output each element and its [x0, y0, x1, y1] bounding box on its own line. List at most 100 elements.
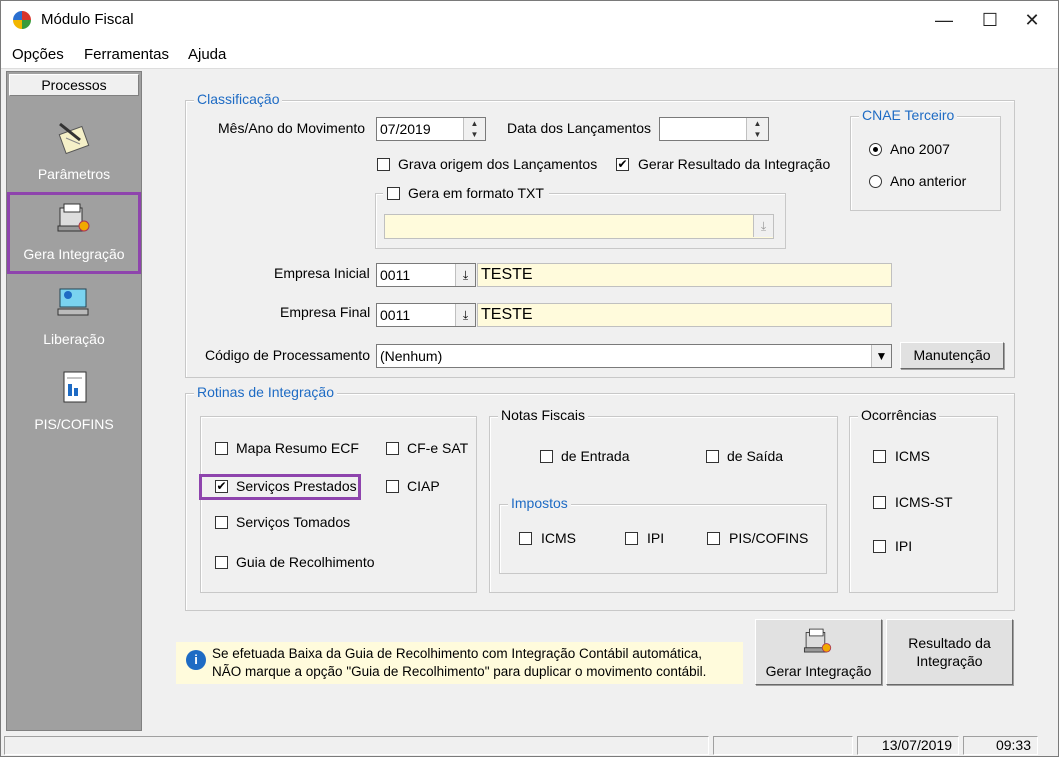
empresa-inicial-name: TESTE — [477, 263, 892, 287]
notas-fiscais-title: Notas Fiscais — [498, 407, 589, 423]
chevron-down-icon[interactable]: ▼ — [871, 345, 891, 367]
data-lancamentos-spinner[interactable]: ▲ ▼ — [746, 118, 768, 140]
main-window: Módulo Fiscal — ☐ ✕ Opções Ferramentas A… — [0, 0, 1059, 757]
de-saida-label: de Saída — [727, 448, 784, 464]
empresa-inicial-label: Empresa Inicial — [274, 265, 370, 281]
gerar-integracao-label: Gerar Integração — [765, 663, 872, 679]
impostos-pis-cofins-checkbox[interactable] — [707, 532, 720, 545]
mes-ano-label: Mês/Ano do Movimento — [218, 120, 366, 136]
document-tax-icon — [63, 371, 87, 403]
ocorrencias-ipi-checkbox[interactable] — [873, 540, 886, 553]
guia-recolhimento-checkbox[interactable] — [215, 556, 228, 569]
de-entrada-label: de Entrada — [561, 448, 630, 464]
empresa-inicial-dropdown-icon[interactable]: ⤓ — [455, 264, 475, 286]
gera-txt-checkbox[interactable] — [387, 187, 400, 200]
grava-origem-checkbox[interactable] — [377, 158, 390, 171]
ocorrencias-icms-st-label: ICMS-ST — [895, 494, 953, 510]
sidebar-item-parametros[interactable]: Parâmetros — [7, 112, 141, 194]
info-icon: i — [186, 650, 206, 670]
codigo-processamento-label: Código de Processamento — [205, 347, 370, 363]
info-notice: i Se efetuada Baixa da Guia de Recolhime… — [176, 642, 743, 684]
txt-path-browse-icon[interactable]: ⤓ — [753, 215, 773, 237]
empresa-final-name: TESTE — [477, 303, 892, 327]
empresa-final-dropdown-icon[interactable]: ⤓ — [455, 304, 475, 326]
ocorrencias-icms-label: ICMS — [895, 448, 930, 464]
mapa-resumo-ecf-label: Mapa Resumo ECF — [236, 440, 359, 456]
cnae-ano-anterior-label: Ano anterior — [890, 173, 967, 189]
impostos-ipi-checkbox[interactable] — [625, 532, 638, 545]
servicos-prestados-label: Serviços Prestados — [236, 478, 357, 494]
resultado-label-line-2: Integração — [916, 653, 983, 669]
impostos-pis-cofins-label: PIS/COFINS — [729, 530, 809, 546]
sidebar-item-label: Liberação — [43, 331, 105, 347]
notepad-pen-icon — [58, 122, 90, 155]
sidebar-item-gera-integracao[interactable]: Gera Integração — [7, 192, 141, 274]
rotinas-title: Rotinas de Integração — [194, 384, 337, 400]
menu-ajuda[interactable]: Ajuda — [188, 46, 226, 63]
gerar-resultado-checkbox[interactable]: ✔ — [616, 158, 629, 171]
app-logo-icon — [13, 11, 31, 29]
cnae-title: CNAE Terceiro — [859, 107, 958, 123]
empresa-inicial-select[interactable]: 0011 ⤓ — [376, 263, 476, 287]
classificacao-title: Classificação — [194, 91, 283, 107]
resultado-label-line-1: Resultado da — [908, 635, 991, 651]
mes-ano-spinner[interactable]: ▲ ▼ — [463, 118, 485, 140]
sidebar-header[interactable]: Processos — [9, 74, 139, 96]
computer-integration-icon — [803, 628, 832, 653]
status-cell-main — [4, 736, 709, 755]
computer-release-icon — [57, 288, 89, 316]
ciap-label: CIAP — [407, 478, 440, 494]
sidebar-item-pis-cofins[interactable]: PIS/COFINS — [7, 362, 141, 444]
cfe-sat-checkbox[interactable] — [386, 442, 399, 455]
impostos-icms-label: ICMS — [541, 530, 576, 546]
guia-recolhimento-label: Guia de Recolhimento — [236, 554, 375, 570]
resultado-integracao-button[interactable]: Resultado da Integração — [886, 619, 1013, 685]
impostos-icms-checkbox[interactable] — [519, 532, 532, 545]
status-bar: 13/07/2019 09:33 — [1, 734, 1058, 756]
codigo-processamento-select[interactable]: (Nenhum) ▼ — [376, 344, 892, 368]
ciap-checkbox[interactable] — [386, 480, 399, 493]
gera-txt-label: Gera em formato TXT — [408, 185, 544, 201]
menu-ferramentas[interactable]: Ferramentas — [84, 46, 169, 63]
servicos-tomados-label: Serviços Tomados — [236, 514, 351, 530]
mapa-resumo-ecf-checkbox[interactable] — [215, 442, 228, 455]
status-time: 09:33 — [963, 736, 1038, 755]
ocorrencias-icms-st-checkbox[interactable] — [873, 496, 886, 509]
data-lancamentos-label: Data dos Lançamentos — [507, 120, 651, 136]
mes-ano-input[interactable]: 07/2019 ▲ ▼ — [376, 117, 486, 141]
txt-path-input[interactable]: ⤓ — [384, 214, 774, 239]
servicos-tomados-checkbox[interactable] — [215, 516, 228, 529]
manutencao-button[interactable]: Manutenção — [900, 342, 1004, 369]
cfe-sat-label: CF-e SAT — [407, 440, 469, 456]
ocorrencias-icms-checkbox[interactable] — [873, 450, 886, 463]
de-saida-checkbox[interactable] — [706, 450, 719, 463]
cnae-ano-2007-radio[interactable] — [869, 143, 882, 156]
impostos-ipi-label: IPI — [647, 530, 665, 546]
sidebar: Processos Parâmetros Gera Integração Lib… — [6, 71, 142, 731]
status-date: 13/07/2019 — [857, 736, 959, 755]
grava-origem-label: Grava origem dos Lançamentos — [398, 156, 598, 172]
sidebar-item-liberacao[interactable]: Liberação — [7, 277, 141, 359]
maximize-button[interactable]: ☐ — [967, 1, 1013, 39]
menu-bar: Opções Ferramentas Ajuda — [1, 39, 1058, 69]
close-button[interactable]: ✕ — [1009, 1, 1055, 39]
data-lancamentos-input[interactable]: ▲ ▼ — [659, 117, 769, 141]
sidebar-item-label: Parâmetros — [37, 166, 111, 182]
de-entrada-checkbox[interactable] — [540, 450, 553, 463]
info-line-2: NÃO marque a opção "Guia de Recolhimento… — [212, 664, 707, 679]
menu-opcoes[interactable]: Opções — [12, 46, 64, 63]
ocorrencias-title: Ocorrências — [858, 407, 940, 423]
minimize-button[interactable]: — — [921, 1, 967, 39]
cnae-ano-anterior-radio[interactable] — [869, 175, 882, 188]
empresa-final-select[interactable]: 0011 ⤓ — [376, 303, 476, 327]
gerar-integracao-button[interactable]: Gerar Integração — [755, 619, 882, 685]
status-cell-empty — [713, 736, 853, 755]
cnae-ano-2007-label: Ano 2007 — [890, 141, 950, 157]
title-bar: Módulo Fiscal — ☐ ✕ — [1, 1, 1058, 39]
ocorrencias-ipi-label: IPI — [895, 538, 913, 554]
sidebar-item-label: Gera Integração — [23, 246, 125, 262]
servicos-prestados-checkbox[interactable]: ✔ — [215, 480, 228, 493]
impostos-title: Impostos — [508, 495, 571, 511]
window-title: Módulo Fiscal — [41, 11, 134, 28]
empresa-final-label: Empresa Final — [280, 304, 371, 320]
